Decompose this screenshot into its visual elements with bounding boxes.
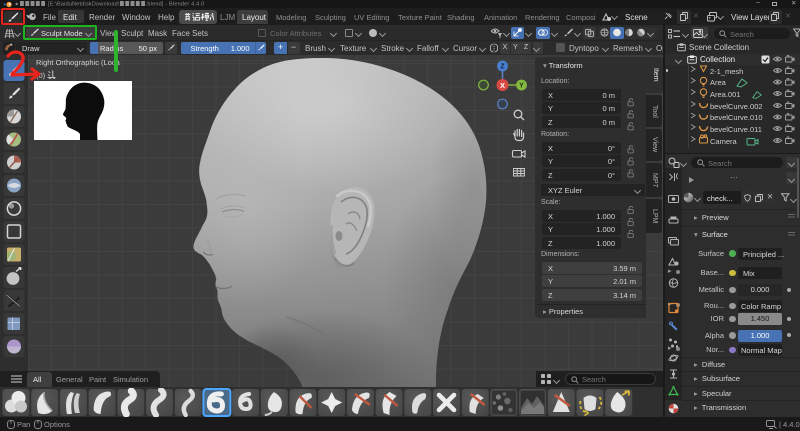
svg-text:X: X [500,81,505,90]
svg-text:Z: Z [500,64,505,71]
svg-text:Y: Y [519,83,524,90]
